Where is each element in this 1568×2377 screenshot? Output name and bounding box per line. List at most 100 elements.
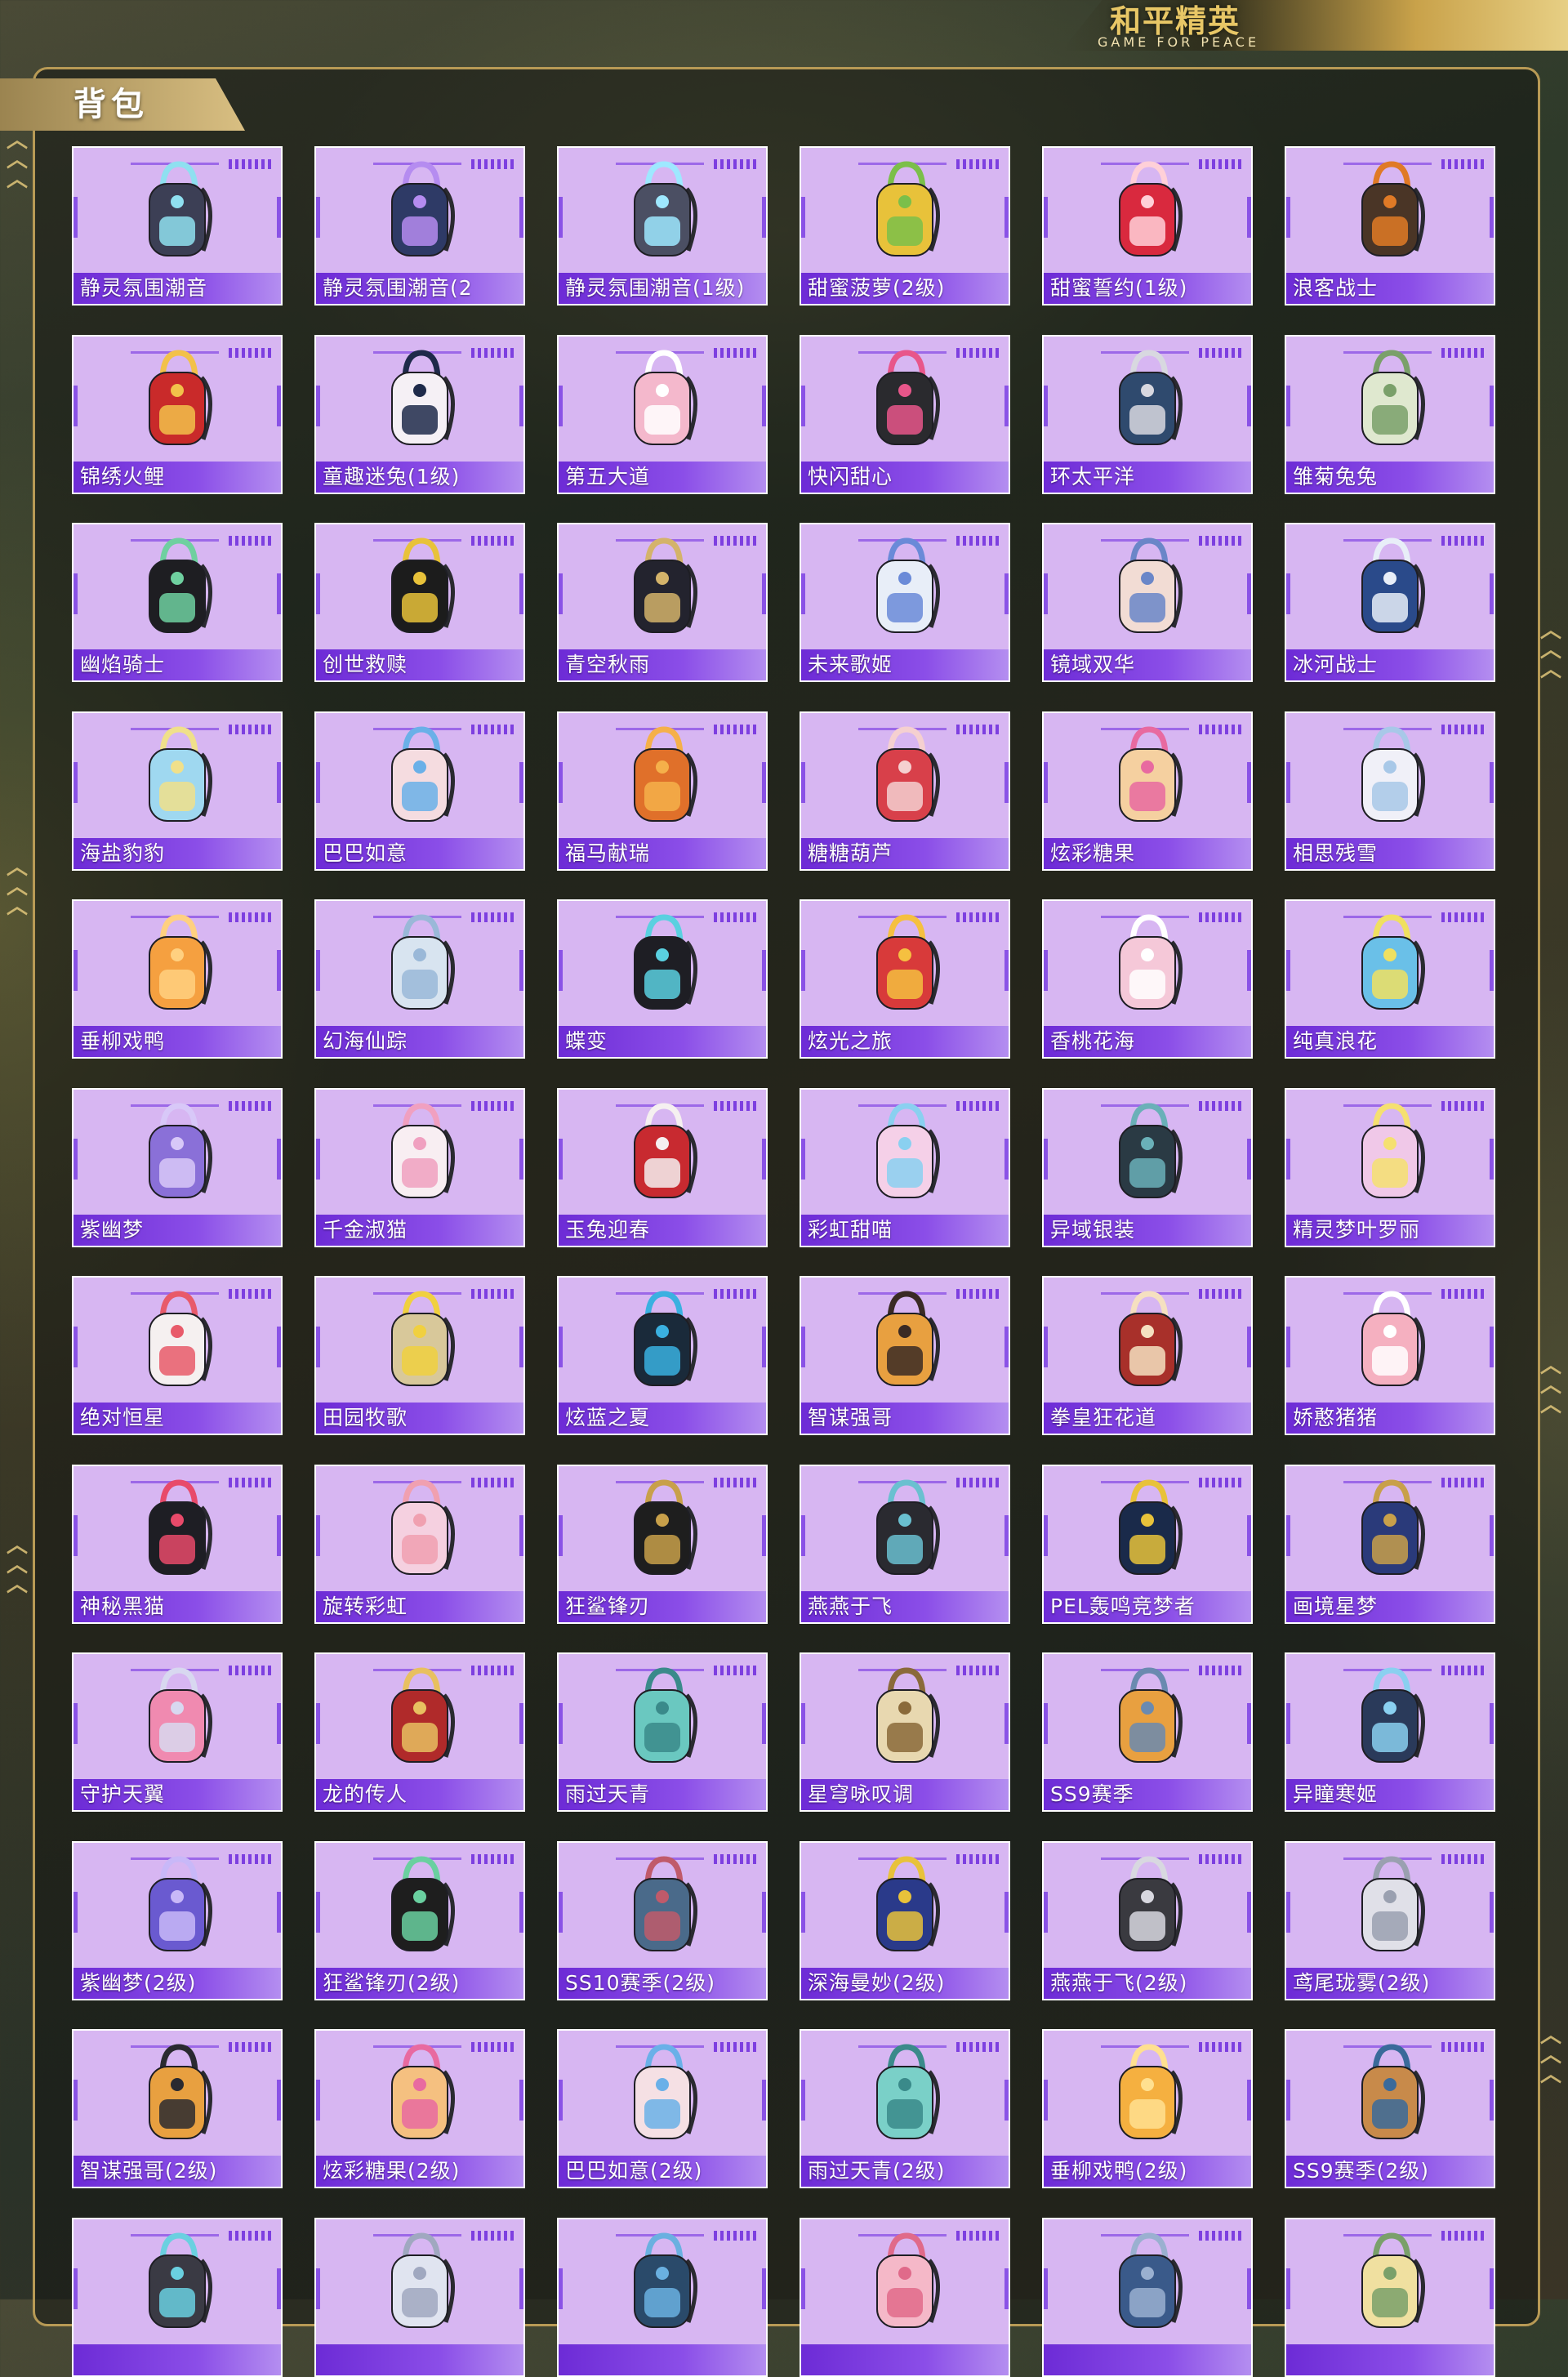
card-frame-bracket — [519, 1891, 523, 1933]
backpack-item-card[interactable]: 创世救赎 — [314, 523, 525, 682]
backpack-item-card[interactable]: SS9赛季(2级) — [1285, 2029, 1495, 2188]
backpack-item-card[interactable] — [557, 2217, 768, 2377]
rarity-stripe — [471, 2230, 514, 2241]
backpack-item-card[interactable]: 彩虹甜喵 — [800, 1087, 1010, 1247]
backpack-item-card[interactable]: 旋转彩虹 — [314, 1464, 525, 1624]
item-name-label: 异域银装 — [1044, 1214, 1251, 1246]
backpack-item-card[interactable]: 精灵梦叶罗丽 — [1285, 1087, 1495, 1247]
backpack-item-card[interactable] — [314, 2217, 525, 2377]
backpack-item-card[interactable]: 青空秋雨 — [557, 523, 768, 682]
backpack-item-card[interactable]: 童趣迷兔(1级) — [314, 334, 525, 494]
backpack-item-card[interactable]: 田园牧歌 — [314, 1276, 525, 1435]
card-frame-bracket — [1044, 2080, 1048, 2121]
backpack-item-card[interactable]: 镜域双华 — [1042, 523, 1253, 682]
backpack-item-card[interactable]: 炫蓝之夏 — [557, 1276, 768, 1435]
backpack-item-card[interactable]: 静灵氛围潮音(2 — [314, 146, 525, 305]
backpack-item-card[interactable]: 未来歌姬 — [800, 523, 1010, 682]
backpack-item-card[interactable]: 冰河战士 — [1285, 523, 1495, 682]
cake-backpack-icon — [391, 1478, 455, 1575]
backpack-item-card[interactable]: 垂柳戏鸭(2级) — [1042, 2029, 1253, 2188]
backpack-item-card[interactable]: 星穹咏叹调 — [800, 1652, 1010, 1812]
backpack-item-card[interactable]: 拳皇狂花道 — [1042, 1276, 1253, 1435]
backpack-item-card[interactable] — [1285, 2217, 1495, 2377]
backpack-item-card[interactable]: 幽焰骑士 — [72, 523, 283, 682]
card-frame-bracket — [762, 761, 766, 803]
backpack-item-card[interactable]: 静灵氛围潮音(1级) — [557, 146, 768, 305]
backpack-item-card[interactable]: 炫彩糖果(2级) — [314, 2029, 525, 2188]
backpack-item-card[interactable]: 巴巴如意(2级) — [557, 2029, 768, 2188]
backpack-item-card[interactable]: 龙的传人 — [314, 1652, 525, 1812]
backpack-item-card[interactable]: 智谋强哥 — [800, 1276, 1010, 1435]
backpack-item-card[interactable]: 画境星梦 — [1285, 1464, 1495, 1624]
backpack-item-card[interactable]: 燕燕于飞(2级) — [1042, 1840, 1253, 2000]
backpack-item-card[interactable]: 智谋强哥(2级) — [72, 2029, 283, 2188]
backpack-item-card[interactable]: 锦绣火鲤 — [72, 334, 283, 494]
backpack-item-card[interactable]: 炫彩糖果 — [1042, 711, 1253, 871]
backpack-item-card[interactable]: 快闪甜心 — [800, 334, 1010, 494]
backpack-item-card[interactable]: 雨过天青(2级) — [800, 2029, 1010, 2188]
backpack-item-card[interactable]: 紫幽梦 — [72, 1087, 283, 1247]
item-name-label: 青空秋雨 — [559, 649, 766, 680]
backpack-item-card[interactable]: 海盐豹豹 — [72, 711, 283, 871]
backpack-item-card[interactable]: 燕燕于飞 — [800, 1464, 1010, 1624]
backpack-item-card[interactable]: 鸢尾珑雾(2级) — [1285, 1840, 1495, 2000]
card-frame-bracket — [1004, 950, 1009, 991]
backpack-item-card[interactable]: 神秘黑猫 — [72, 1464, 283, 1624]
backpack-item-card[interactable]: 异瞳寒姬 — [1285, 1652, 1495, 1812]
duck-backpack-icon — [149, 914, 212, 1010]
backpack-item-card[interactable]: 狂鲨锋刃(2级) — [314, 1840, 525, 2000]
backpack-item-card[interactable]: 纯真浪花 — [1285, 899, 1495, 1059]
backpack-item-card[interactable]: 紫幽梦(2级) — [72, 1840, 283, 2000]
backpack-item-card[interactable]: 浪客战士 — [1285, 146, 1495, 305]
item-name-label: 未来歌姬 — [801, 649, 1009, 680]
item-name-label: 炫蓝之夏 — [559, 1403, 766, 1434]
backpack-item-card[interactable]: 相思残雪 — [1285, 711, 1495, 871]
backpack-item-card[interactable]: 环太平洋 — [1042, 334, 1253, 494]
backpack-item-card[interactable]: 雏菊兔兔 — [1285, 334, 1495, 494]
backpack-item-card[interactable]: 垂柳戏鸭 — [72, 899, 283, 1059]
backpack-item-card[interactable]: 炫光之旅 — [800, 899, 1010, 1059]
fighter-backpack-icon — [1119, 1291, 1183, 1386]
backpack-item-card[interactable]: 绝对恒星 — [72, 1276, 283, 1435]
backpack-item-card[interactable]: 狂鲨锋刃 — [557, 1464, 768, 1624]
backpack-item-card[interactable]: 甜蜜誓约(1级) — [1042, 146, 1253, 305]
item-name-label: 静灵氛围潮音(2 — [316, 273, 523, 304]
backpack-item-card[interactable]: 福马献瑞 — [557, 711, 768, 871]
backpack-item-card[interactable]: 雨过天青 — [557, 1652, 768, 1812]
item-name-label: 狂鲨锋刃(2级) — [316, 1967, 523, 1999]
backpack-item-card[interactable] — [72, 2217, 283, 2377]
card-frame-bracket — [74, 2268, 78, 2309]
item-name-label: 纯真浪花 — [1286, 1026, 1494, 1057]
backpack-item-card[interactable]: 异域银装 — [1042, 1087, 1253, 1247]
backpack-item-card[interactable]: 蝶变 — [557, 899, 768, 1059]
backpack-item-card[interactable]: 深海曼妙(2级) — [800, 1840, 1010, 2000]
backpack-item-card[interactable]: PEL轰鸣竞梦者 — [1042, 1464, 1253, 1624]
rarity-stripe — [1199, 1477, 1241, 1487]
card-frame-bracket — [1044, 1138, 1048, 1180]
backpack-item-card[interactable] — [800, 2217, 1010, 2377]
chevron-up-icon: ︿ ︿ ︿ — [1540, 618, 1562, 682]
purple-backpack-icon — [149, 1855, 212, 1951]
backpack-item-card[interactable]: 静灵氛围潮音 — [72, 146, 283, 305]
card-frame-bracket — [1490, 950, 1494, 991]
drink-backpack-icon — [1361, 914, 1425, 1010]
backpack-item-card[interactable]: 娇憨猪猪 — [1285, 1276, 1495, 1435]
card-frame-bracket — [1247, 1891, 1251, 1933]
backpack-item-card[interactable]: 守护天翼 — [72, 1652, 283, 1812]
card-frame-bracket — [1004, 1327, 1009, 1367]
backpack-item-card[interactable]: 糖糖葫芦 — [800, 711, 1010, 871]
backpack-item-card[interactable]: 千金淑猫 — [314, 1087, 525, 1247]
backpack-item-card[interactable]: SS10赛季(2级) — [557, 1840, 768, 2000]
card-frame-bracket — [559, 950, 563, 991]
backpack-item-card[interactable]: 香桃花海 — [1042, 899, 1253, 1059]
card-frame-bracket — [762, 1138, 766, 1180]
backpack-item-card[interactable]: 巴巴如意 — [314, 711, 525, 871]
backpack-item-card[interactable]: 第五大道 — [557, 334, 768, 494]
backpack-item-card[interactable]: 幻海仙踪 — [314, 899, 525, 1059]
backpack-item-card[interactable]: 玉兔迎春 — [557, 1087, 768, 1247]
backpack-item-card[interactable] — [1042, 2217, 1253, 2377]
backpack-item-card[interactable]: SS9赛季 — [1042, 1652, 1253, 1812]
backpack-item-card[interactable]: 甜蜜菠萝(2级) — [800, 146, 1010, 305]
card-frame-bracket — [316, 197, 320, 238]
card-frame-bracket — [316, 950, 320, 991]
